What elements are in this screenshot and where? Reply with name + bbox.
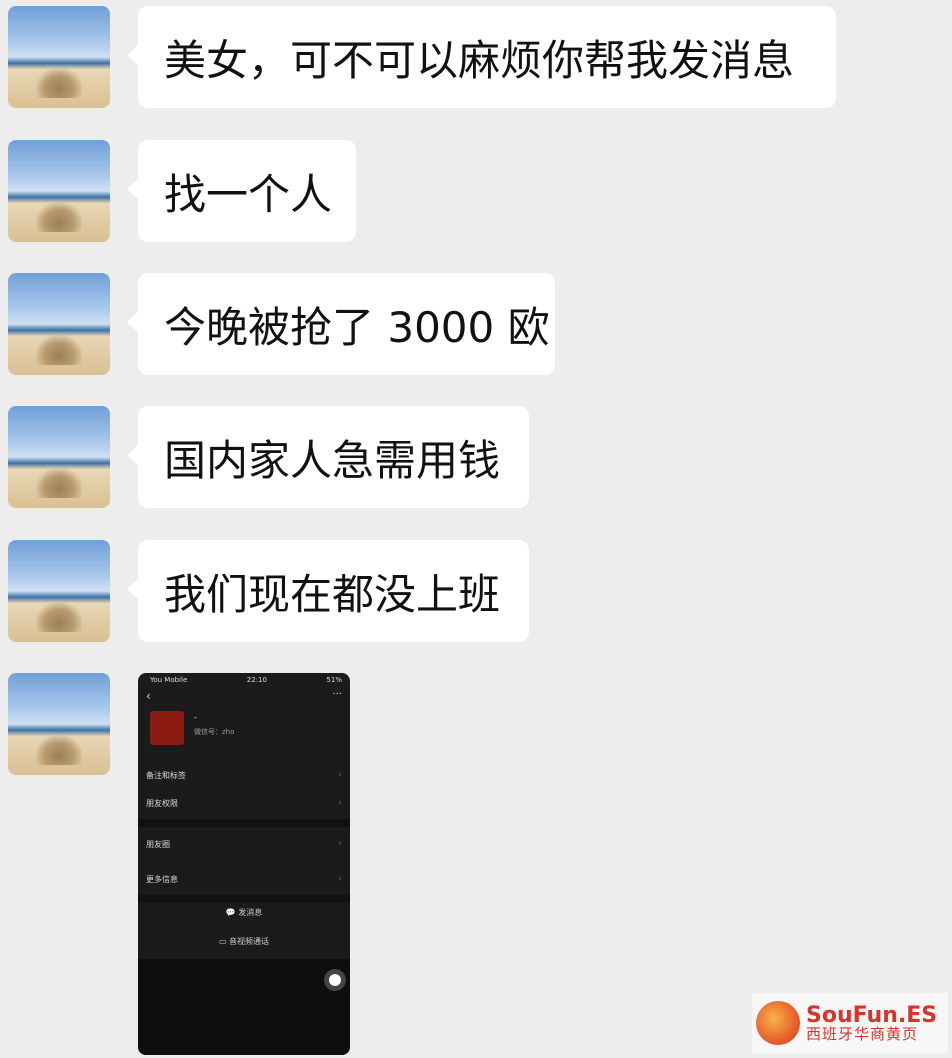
video-icon: ▭ <box>218 937 227 946</box>
action-label: 发消息 <box>238 908 263 917</box>
phone-status-bar: You Mobile 22:10 51% <box>150 676 342 686</box>
watermark: SouFun.ES 西班牙华商黄页 <box>752 993 948 1053</box>
contact-avatar[interactable] <box>8 140 110 242</box>
profile-row: 朋友权限 › <box>138 789 350 817</box>
contact-avatar[interactable] <box>8 540 110 642</box>
carrier-label: You Mobile <box>150 676 188 684</box>
message-bubble[interactable]: 今晚被抢了 3000 欧 <box>127 273 555 375</box>
battery-label: 51% <box>326 676 342 684</box>
watermark-brand: SouFun.ES <box>806 1002 938 1028</box>
message-icon: 💬 <box>225 908 236 917</box>
profile-row: 备注和标签 › <box>138 761 350 789</box>
row-label: 备注和标签 <box>146 770 186 780</box>
chevron-right-icon: › <box>338 798 342 808</box>
divider <box>138 895 350 903</box>
profile-name: - <box>194 713 197 722</box>
message-bubble[interactable]: 我们现在都没上班 <box>127 540 529 642</box>
contact-avatar[interactable] <box>8 6 110 108</box>
chevron-right-icon: › <box>338 839 342 849</box>
time-label: 22:10 <box>246 676 267 684</box>
profile-avatar <box>150 711 184 745</box>
contact-avatar[interactable] <box>8 273 110 375</box>
row-label: 朋友权限 <box>146 798 178 808</box>
message-bubble[interactable]: 国内家人急需用钱 <box>127 406 529 508</box>
profile-row: 更多信息 › <box>138 865 350 893</box>
back-icon: ‹ <box>146 689 151 703</box>
watermark-subtitle: 西班牙华商黄页 <box>806 1024 919 1043</box>
profile-row: 朋友圈 › <box>138 830 350 858</box>
soufun-logo-icon <box>756 1001 800 1045</box>
screen-bottom-area <box>138 959 350 1055</box>
row-label: 更多信息 <box>146 874 178 884</box>
divider <box>138 819 350 827</box>
message-bubble[interactable]: 找一个人 <box>127 140 356 242</box>
action-label: 音视频通话 <box>229 937 270 946</box>
more-icon: ··· <box>332 689 342 700</box>
image-message-screenshot[interactable]: You Mobile 22:10 51% ‹ ··· - 微信号：zho 备注和… <box>138 673 350 1055</box>
send-message-action: 💬 发消息 <box>138 907 350 918</box>
chevron-right-icon: › <box>338 770 342 780</box>
row-label: 朋友圈 <box>146 839 170 849</box>
wechat-id: 微信号：zho <box>194 728 235 736</box>
message-bubble[interactable]: 美女，可不可以麻烦你帮我发消息 <box>127 6 836 108</box>
chevron-right-icon: › <box>338 874 342 884</box>
contact-avatar[interactable] <box>8 406 110 508</box>
video-call-action: ▭ 音视频通话 <box>138 936 350 947</box>
contact-avatar[interactable] <box>8 673 110 775</box>
assistive-touch-icon <box>324 969 346 991</box>
